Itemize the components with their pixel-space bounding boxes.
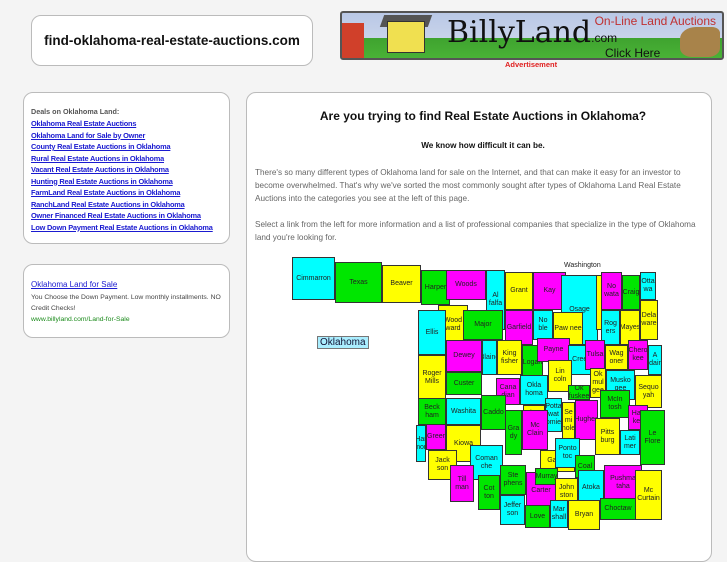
county-rogermills[interactable]: Roger Mills <box>418 355 446 400</box>
county-washita[interactable]: Washita <box>446 398 481 425</box>
banner-tagline: On-Line Land Auctions <box>594 14 716 28</box>
house-illustration <box>387 21 425 53</box>
county-tulsa[interactable]: Tulsa <box>585 340 605 370</box>
county-mccurtain[interactable]: Mc Curtain <box>635 470 662 520</box>
sidebar-links-panel: Deals on Oklahoma Land: Oklahoma Real Es… <box>23 92 230 244</box>
county-noble[interactable]: No ble <box>533 310 553 340</box>
county-cotton[interactable]: Cot ton <box>478 475 500 510</box>
county-sequoyah[interactable]: Sequo yah <box>635 375 662 408</box>
county-craig[interactable]: Craig <box>622 275 640 310</box>
county-stephens[interactable]: Ste phens <box>500 465 526 495</box>
county-choctaw[interactable]: Choctaw <box>600 498 636 520</box>
intro-paragraph: There's so many different types of Oklah… <box>255 168 681 203</box>
sidebar-link[interactable]: RanchLand Real Estate Auctions in Oklaho… <box>31 199 229 211</box>
sidebar-link[interactable]: Oklahoma Real Estate Auctions <box>31 118 229 130</box>
county-greer[interactable]: Greer <box>426 424 446 450</box>
county-ottawa[interactable]: Otta wa <box>640 272 656 300</box>
county-okfuskee[interactable]: Ok fuskee <box>568 385 590 400</box>
text-ad-url[interactable]: www.billyland.com/Land-for-Sale <box>31 314 229 325</box>
sidebar-heading: Deals on Oklahoma Land: <box>31 107 120 116</box>
county-texas[interactable]: Texas <box>335 262 382 303</box>
county-tillman[interactable]: Till man <box>450 465 474 502</box>
advertisement-label: Advertisement <box>505 60 558 69</box>
county-caddo[interactable]: Caddo <box>481 395 506 430</box>
county-major[interactable]: Major <box>463 310 503 340</box>
sidebar-link[interactable]: Owner Financed Real Estate Auctions in O… <box>31 210 229 222</box>
sidebar-link[interactable]: County Real Estate Auctions in Oklahoma <box>31 141 229 153</box>
sidebar-link[interactable]: Hunting Real Estate Auctions in Oklahoma <box>31 176 229 188</box>
sidebar-link[interactable]: FarmLand Real Estate Auctions in Oklahom… <box>31 187 229 199</box>
map-state-label: Oklahoma <box>317 336 369 349</box>
county-love[interactable]: Love <box>525 505 550 528</box>
county-adair[interactable]: A dair <box>648 345 662 375</box>
county-blaine[interactable]: Blaine <box>482 340 497 375</box>
county-wagoner[interactable]: Wag oner <box>605 345 628 370</box>
banner-logo-suffix: .com <box>591 31 618 45</box>
county-payne[interactable]: Payne <box>537 338 570 362</box>
county-nowata[interactable]: No wata <box>601 272 622 310</box>
county-marshall[interactable]: Mar shall <box>550 500 568 528</box>
county-latimer[interactable]: Lati mer <box>620 430 640 455</box>
county-ellis[interactable]: Ellis <box>418 310 446 355</box>
county-oklahoma[interactable]: Okla homa <box>520 375 548 405</box>
cow-illustration <box>680 27 720 57</box>
sidebar-link[interactable]: Vacant Real Estate Auctions in Oklahoma <box>31 164 229 176</box>
county-dewey[interactable]: Dewey <box>446 340 482 372</box>
county-grady[interactable]: Gra dy <box>505 410 522 455</box>
county-delaware[interactable]: Dela ware <box>640 300 658 340</box>
site-title: find-oklahoma-real-estate-auctions.com <box>31 15 313 66</box>
county-bryan[interactable]: Bryan <box>568 500 600 530</box>
barn-illustration <box>342 23 364 58</box>
text-ad-body: You Choose the Down Payment. Low monthly… <box>31 294 221 312</box>
county-mcintosh[interactable]: McIn tosh <box>600 390 630 418</box>
sidebar-link[interactable]: Rural Real Estate Auctions in Oklahoma <box>31 153 229 165</box>
county-jefferson[interactable]: Jeffer son <box>500 495 525 525</box>
county-woods[interactable]: Woods <box>446 270 486 300</box>
text-ad-title-link[interactable]: Oklahoma Land for Sale <box>31 280 229 289</box>
banner-click-here[interactable]: Click Here <box>605 46 660 58</box>
county-custer[interactable]: Custer <box>446 372 482 395</box>
county-pittsburg[interactable]: Pitts burg <box>595 418 620 455</box>
map-washington-callout: Washington <box>564 262 601 269</box>
banner-logo: BillyLand.com <box>447 15 617 50</box>
page-title: Are you trying to find Real Estate Aucti… <box>319 109 647 123</box>
county-grant[interactable]: Grant <box>505 272 533 310</box>
county-cherokee[interactable]: Chero kee <box>628 340 648 370</box>
sidebar-link[interactable]: Low Down Payment Real Estate Auctions in… <box>31 222 229 234</box>
county-leflore[interactable]: Le Flore <box>640 410 665 465</box>
county-kingfisher[interactable]: King fisher <box>497 340 522 375</box>
text-ad-panel: Oklahoma Land for Sale You Choose the Do… <box>23 264 230 338</box>
sidebar-link[interactable]: Oklahoma Land for Sale by Owner <box>31 130 229 142</box>
county-beaver[interactable]: Beaver <box>382 265 421 303</box>
billyland-banner-ad[interactable]: BillyLand.com On-Line Land Auctions Clic… <box>340 11 724 60</box>
county-cimmarron[interactable]: Cimmarron <box>292 257 335 300</box>
banner-logo-text: BillyLand <box>447 15 592 50</box>
instruction-paragraph: Select a link from the left for more inf… <box>255 220 696 242</box>
county-harmon[interactable]: Har mon <box>416 425 426 462</box>
county-seminole[interactable]: Se mi nole <box>562 402 575 440</box>
page-subtitle: We know how difficult it can be. <box>421 141 545 150</box>
county-mcclain[interactable]: Mc Clain <box>522 410 548 450</box>
county-beckham[interactable]: Beck ham <box>418 398 446 425</box>
